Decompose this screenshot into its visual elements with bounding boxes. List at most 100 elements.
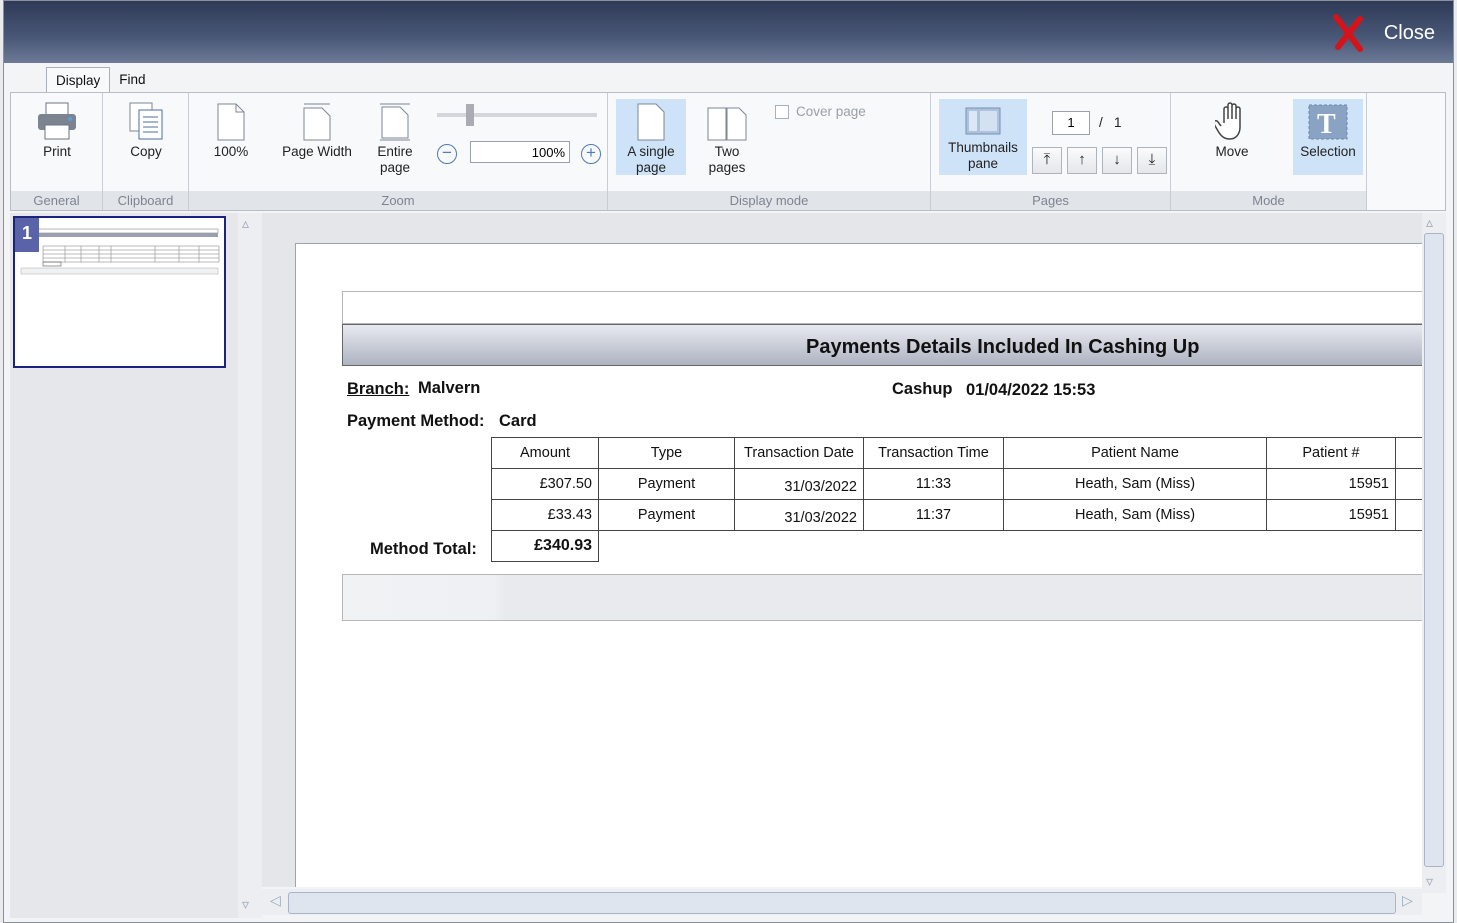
entire-page-button[interactable]: Entire page — [367, 103, 423, 176]
page-width-button[interactable]: Page Width — [275, 103, 359, 160]
single-page-label-1: A single — [627, 144, 675, 159]
cell-date: 31/03/2022 — [734, 499, 864, 531]
cell-extra — [1395, 499, 1422, 531]
report-footer-band — [342, 574, 1422, 621]
col-patient-number: Patient # — [1266, 437, 1396, 469]
thumbnails-pane-button[interactable]: Thumbnails pane — [939, 99, 1027, 175]
col-transaction-time: Transaction Time — [863, 437, 1004, 469]
cell-date: 31/03/2022 — [734, 468, 864, 500]
vertical-scroll-thumb[interactable] — [1424, 233, 1444, 867]
two-pages-icon — [707, 107, 747, 141]
cell-patient-number: 15951 — [1266, 468, 1396, 500]
last-page-button[interactable]: ⤓ — [1137, 147, 1167, 174]
move-button[interactable]: Move — [1201, 101, 1263, 160]
two-pages-label-1: Two — [714, 144, 740, 159]
previous-page-button[interactable]: ↑ — [1067, 147, 1097, 174]
first-page-button[interactable]: ⤒ — [1032, 147, 1062, 174]
preview-window: Close Display Find Print General Copy Cl… — [3, 0, 1454, 923]
close-button[interactable]: Close — [1330, 13, 1435, 53]
single-page-icon — [637, 103, 665, 141]
cashup-label: Cashup — [892, 380, 953, 398]
cell-time: 11:33 — [863, 468, 1004, 500]
cover-page-box[interactable] — [775, 104, 789, 119]
copy-icon — [129, 102, 163, 140]
selection-button[interactable]: T Selection — [1293, 99, 1363, 175]
cover-page-label: Cover page — [796, 104, 866, 119]
zoom-slider[interactable] — [437, 104, 597, 126]
two-pages-label-2: pages — [708, 160, 746, 175]
page-total: 1 — [1114, 115, 1122, 130]
tab-find[interactable]: Find — [110, 67, 154, 92]
title-bar: Close — [4, 1, 1453, 63]
close-icon — [1330, 13, 1366, 53]
report-page: Payments Details Included In Cashing Up … — [295, 243, 1422, 887]
horizontal-scrollbar[interactable]: ◁ ▷ — [262, 889, 1422, 915]
thumb-scroll-up-icon[interactable]: ▵ — [242, 215, 249, 232]
cell-patient-name: Heath, Sam (Miss) — [1003, 499, 1267, 531]
scroll-left-icon[interactable]: ◁ — [270, 892, 281, 909]
zoom-in-button[interactable]: + — [581, 144, 601, 164]
scroll-right-icon[interactable]: ▷ — [1402, 892, 1413, 909]
group-pages: Thumbnails pane 1 / 1 ⤒ ↑ ↓ ⤓ Pages — [931, 93, 1171, 210]
thumbnail-page-number: 1 — [15, 218, 39, 252]
horizontal-scroll-thumb[interactable] — [288, 892, 1396, 914]
total-row-blank — [599, 531, 1423, 562]
single-page-button[interactable]: A single page — [616, 99, 686, 175]
group-zoom: 100% Page Width Entire page − 100% + Zoo… — [189, 93, 608, 210]
branch-value: Malvern — [418, 379, 481, 397]
report-title: Payments Details Included In Cashing Up — [806, 336, 1200, 358]
pane-splitter[interactable]: ▵ ▿ — [238, 213, 262, 918]
group-general: Print General — [11, 93, 103, 210]
page-icon — [217, 103, 245, 141]
group-display-mode: A single page Two pages Cover page Displ… — [608, 93, 931, 210]
thumb-scroll-down-icon[interactable]: ▿ — [242, 896, 249, 913]
cell-amount: £33.43 — [491, 499, 599, 531]
group-pages-label: Pages — [931, 191, 1170, 210]
entire-page-label-2: page — [379, 160, 411, 175]
cashup-value: 01/04/2022 15:53 — [966, 381, 1096, 399]
thumbnails-icon — [965, 107, 1001, 135]
vertical-scrollbar[interactable]: ▵ ▿ — [1422, 213, 1446, 893]
move-label: Move — [1215, 144, 1249, 159]
cover-page-checkbox[interactable]: Cover page — [775, 104, 866, 119]
zoom-100-label: 100% — [213, 144, 249, 159]
two-pages-button[interactable]: Two pages — [696, 103, 758, 176]
copy-button[interactable]: Copy — [115, 101, 177, 160]
payment-method-label: Payment Method: — [347, 412, 485, 430]
table-header-row: Amount Type Transaction Date Transaction… — [491, 437, 1422, 469]
zoom-input[interactable]: 100% — [470, 141, 570, 163]
report-header-band — [342, 291, 1422, 324]
group-general-label: General — [11, 191, 102, 210]
printer-icon — [38, 102, 76, 140]
table-row: £33.43 Payment 31/03/2022 11:37 Heath, S… — [491, 499, 1422, 531]
document-viewer: Payments Details Included In Cashing Up … — [262, 213, 1422, 887]
close-label: Close — [1383, 21, 1435, 44]
group-clipboard: Copy Clipboard — [103, 93, 189, 210]
tab-display[interactable]: Display — [46, 67, 111, 92]
cell-amount: £307.50 — [491, 468, 599, 500]
next-page-button[interactable]: ↓ — [1102, 147, 1132, 174]
group-clipboard-label: Clipboard — [103, 191, 188, 210]
scroll-down-icon[interactable]: ▿ — [1426, 873, 1433, 890]
scroll-up-icon[interactable]: ▵ — [1426, 214, 1433, 231]
page-thumbnail-preview — [20, 228, 220, 275]
report-title-bar: Payments Details Included In Cashing Up — [342, 324, 1422, 366]
page-width-label: Page Width — [282, 144, 352, 159]
method-total-label: Method Total: — [370, 540, 477, 558]
single-page-label-2: page — [635, 160, 667, 175]
page-number-input[interactable]: 1 — [1052, 111, 1090, 135]
zoom-out-button[interactable]: − — [437, 144, 457, 164]
zoom-100-button[interactable]: 100% — [203, 103, 259, 160]
payments-table: Amount Type Transaction Date Transaction… — [491, 437, 1422, 562]
col-extra — [1395, 437, 1422, 469]
entire-page-label-1: Entire — [377, 144, 413, 159]
cell-type: Payment — [598, 468, 735, 500]
text-selection-icon: T — [1308, 104, 1348, 140]
page-width-icon — [303, 103, 331, 141]
print-button[interactable]: Print — [25, 101, 89, 160]
zoom-slider-thumb[interactable] — [465, 104, 474, 126]
cell-patient-number: 15951 — [1266, 499, 1396, 531]
print-label: Print — [43, 144, 71, 159]
page-thumbnail[interactable]: 1 — [13, 216, 226, 368]
cell-extra — [1395, 468, 1422, 500]
